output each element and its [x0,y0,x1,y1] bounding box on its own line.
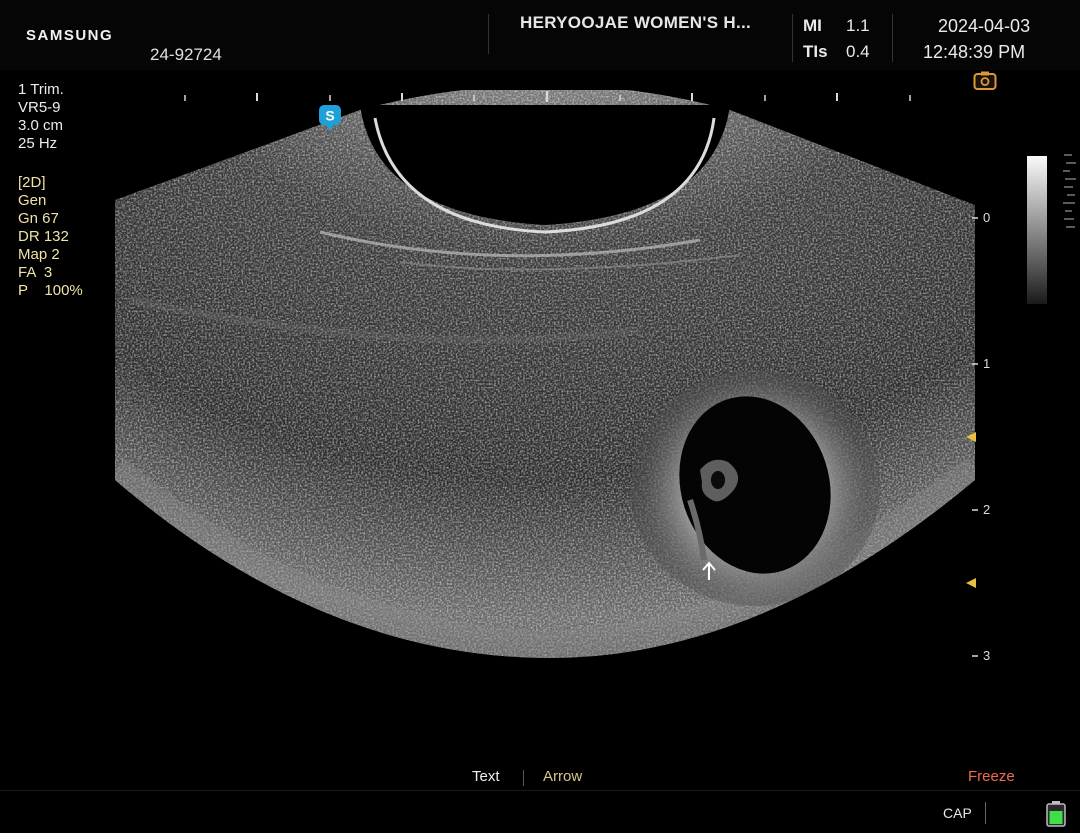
header-divider [792,14,793,62]
lateral-scale [184,91,911,102]
tis-value: 0.4 [846,42,870,61]
header-divider [488,14,489,54]
patient-id: 24-92724 [150,45,222,64]
softkey-divider [523,770,524,786]
depth-label-2: 2 [983,502,991,517]
status-divider [985,802,986,824]
text-softkey[interactable]: Text [472,768,500,785]
exam-time: 12:48:39 PM [923,42,1026,62]
freeze-softkey[interactable]: Freeze [968,768,1015,785]
orientation-marker-label: S [325,108,334,124]
focus-marker-icon [966,578,976,588]
depth-label-3: 3 [983,648,991,663]
depth-label-1: 1 [983,356,991,371]
side-panel-strip [1063,154,1076,228]
mi-label: MI [803,16,822,35]
depth-label-0: 0 [983,210,991,225]
institution-name: HERYOOJAE WOMEN'S H... [520,13,752,32]
exam-date: 2024-04-03 [938,16,1031,36]
ultrasound-image [115,90,978,659]
brand-logo: SAMSUNG [26,27,114,44]
battery-icon [1046,801,1066,827]
footer-divider [0,790,1080,791]
orientation-marker-icon: S [318,104,342,131]
arrow-softkey[interactable]: Arrow [543,768,582,785]
caps-lock-indicator: CAP [943,805,972,821]
grayscale-bar [1027,156,1047,304]
tis-label: TIs [803,42,828,61]
mi-value: 1.1 [846,16,870,35]
header-divider [892,14,893,62]
